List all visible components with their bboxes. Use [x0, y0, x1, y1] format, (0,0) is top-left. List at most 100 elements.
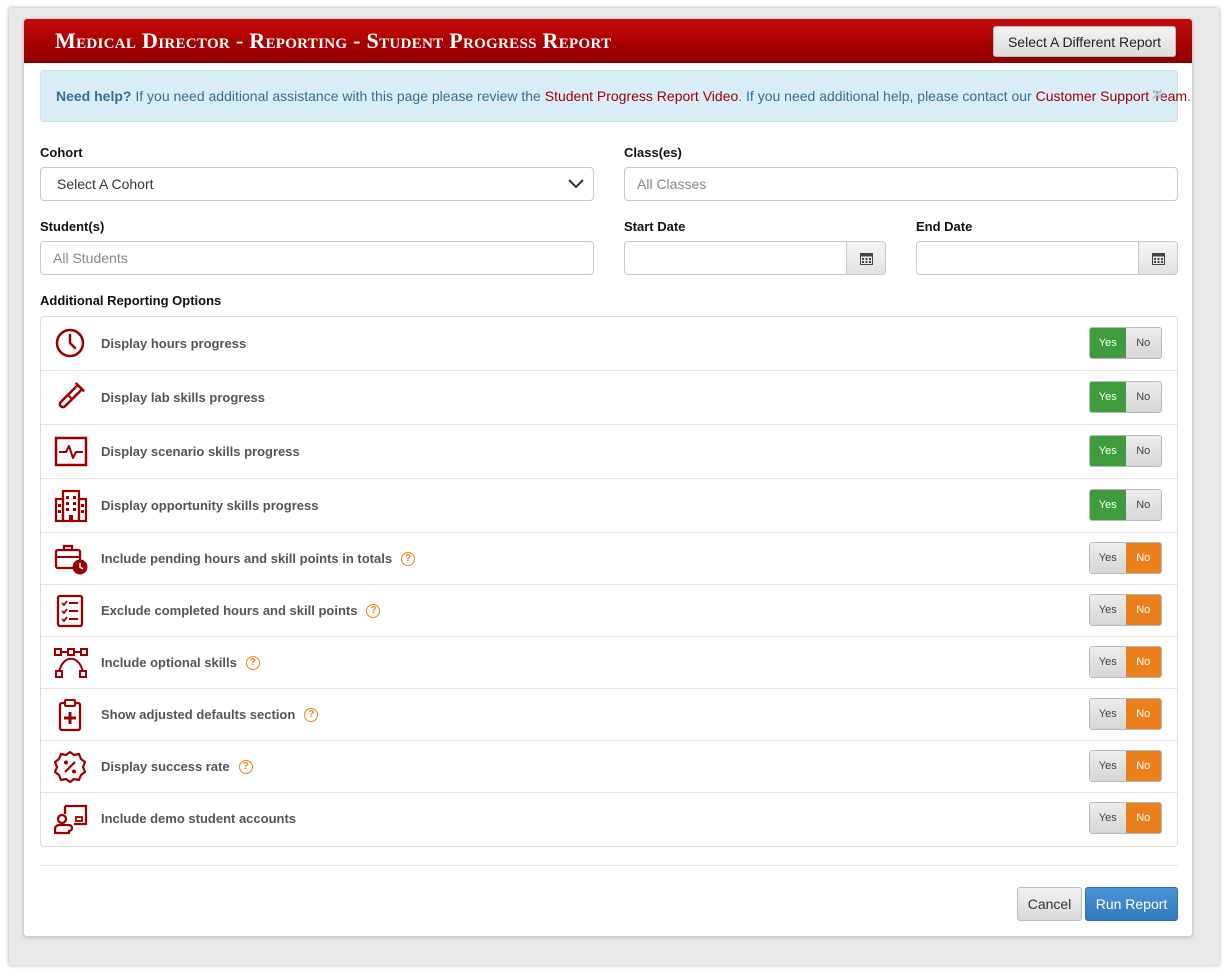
toggle-no-button[interactable]: No [1125, 436, 1161, 466]
toggle-yes-button[interactable]: Yes [1090, 699, 1126, 729]
option-row: Show adjusted defaults section? Yes No [41, 689, 1177, 741]
students-placeholder: All Students [53, 250, 128, 266]
alert-text-2: . If you need additional help, please co… [738, 88, 1036, 104]
option-row: Display hours progress Yes No [41, 317, 1177, 371]
option-label-text: Show adjusted defaults section [101, 707, 296, 722]
toggle-yes-button[interactable]: Yes [1090, 595, 1126, 625]
option-label-text: Include pending hours and skill points i… [101, 551, 393, 566]
end-date-input[interactable] [916, 241, 1138, 275]
classes-placeholder: All Classes [637, 176, 707, 192]
end-date-label: End Date [916, 219, 973, 234]
cohort-select[interactable]: Select A Cohort [40, 167, 594, 201]
options-heading: Additional Reporting Options [40, 293, 222, 308]
option-row: Display scenario skills progress Yes No [41, 425, 1177, 479]
option-toggle: Yes No [1089, 802, 1162, 834]
option-label-text: Include optional skills [101, 655, 237, 670]
chevron-down-icon [568, 179, 584, 189]
clipboard-plus-icon [58, 699, 82, 732]
option-label: Exclude completed hours and skill points… [101, 603, 381, 618]
option-label: Show adjusted defaults section? [101, 707, 319, 722]
toggle-no-button[interactable]: No [1125, 751, 1161, 781]
option-label-text: Display success rate [101, 759, 230, 774]
option-label: Display scenario skills progress [101, 444, 300, 459]
option-label: Include optional skills? [101, 655, 260, 670]
option-toggle: Yes No [1089, 542, 1162, 574]
option-label: Include demo student accounts [101, 811, 297, 826]
close-icon[interactable]: × [1151, 84, 1163, 107]
classes-input[interactable]: All Classes [624, 167, 1178, 201]
toggle-no-button[interactable]: No [1125, 595, 1161, 625]
option-row: Include pending hours and skill points i… [41, 533, 1177, 585]
footer-divider [40, 865, 1178, 866]
progress-report-video-link[interactable]: Student Progress Report Video [545, 88, 739, 104]
students-label: Student(s) [40, 219, 105, 234]
option-label: Include pending hours and skill points i… [101, 551, 416, 566]
option-label: Display opportunity skills progress [101, 498, 319, 513]
options-list: Display hours progress Yes No Display la… [40, 316, 1178, 847]
toggle-yes-button[interactable]: Yes [1090, 543, 1126, 573]
option-label: Display success rate? [101, 759, 253, 774]
option-toggle: Yes No [1089, 750, 1162, 782]
option-row: Include demo student accounts Yes No [41, 793, 1177, 846]
hospital-building-icon [54, 489, 88, 523]
help-icon[interactable]: ? [245, 655, 260, 670]
percent-badge-icon [54, 750, 87, 784]
toggle-no-button[interactable]: No [1125, 803, 1161, 833]
heart-monitor-icon [54, 436, 88, 467]
alert-lead: Need help? [56, 88, 132, 104]
option-toggle: Yes No [1089, 646, 1162, 678]
classes-label: Class(es) [624, 145, 682, 160]
select-different-report-button[interactable]: Select A Different Report [993, 26, 1176, 57]
toggle-no-button[interactable]: No [1125, 647, 1161, 677]
option-toggle: Yes No [1089, 698, 1162, 730]
start-date-label: Start Date [624, 219, 686, 234]
students-input[interactable]: All Students [40, 241, 594, 275]
toggle-yes-button[interactable]: Yes [1090, 382, 1126, 412]
option-label: Display lab skills progress [101, 390, 266, 405]
page-title: Medical Director - Reporting - Student P… [55, 28, 612, 53]
end-date-group [916, 241, 1178, 275]
alert-text-3: . [1187, 88, 1191, 104]
calendar-icon [859, 252, 873, 265]
start-date-input[interactable] [624, 241, 846, 275]
help-icon[interactable]: ? [401, 551, 416, 566]
end-date-calendar-button[interactable] [1138, 241, 1178, 275]
run-report-button[interactable]: Run Report [1085, 887, 1178, 921]
toggle-yes-button[interactable]: Yes [1090, 751, 1126, 781]
option-row: Display lab skills progress Yes No [41, 371, 1177, 425]
option-label: Display hours progress [101, 336, 247, 351]
toggle-no-button[interactable]: No [1125, 543, 1161, 573]
briefcase-clock-icon [54, 544, 88, 575]
cohort-value: Select A Cohort [57, 176, 154, 192]
toggle-no-button[interactable]: No [1125, 490, 1161, 520]
option-row: Include optional skills? Yes No [41, 637, 1177, 689]
test-tube-icon [58, 382, 85, 409]
toggle-yes-button[interactable]: Yes [1090, 803, 1126, 833]
bezier-path-icon [54, 648, 88, 678]
calendar-icon [1151, 252, 1165, 265]
option-toggle: Yes No [1089, 381, 1162, 413]
option-toggle: Yes No [1089, 435, 1162, 467]
help-icon[interactable]: ? [238, 759, 253, 774]
toggle-no-button[interactable]: No [1125, 699, 1161, 729]
toggle-yes-button[interactable]: Yes [1090, 436, 1126, 466]
clock-icon [55, 328, 85, 358]
panel-header: Medical Director - Reporting - Student P… [24, 19, 1192, 63]
customer-support-link[interactable]: Customer Support Team [1036, 88, 1187, 104]
start-date-group [624, 241, 886, 275]
alert-text-1: If you need additional assistance with t… [131, 88, 545, 104]
checklist-icon [56, 594, 84, 628]
cohort-label: Cohort [40, 145, 83, 160]
option-toggle: Yes No [1089, 594, 1162, 626]
help-icon[interactable]: ? [304, 707, 319, 722]
start-date-calendar-button[interactable] [846, 241, 886, 275]
toggle-yes-button[interactable]: Yes [1090, 328, 1126, 358]
toggle-no-button[interactable]: No [1125, 382, 1161, 412]
cancel-button[interactable]: Cancel [1017, 887, 1082, 921]
toggle-yes-button[interactable]: Yes [1090, 647, 1126, 677]
option-label-text: Exclude completed hours and skill points [101, 603, 358, 618]
toggle-yes-button[interactable]: Yes [1090, 490, 1126, 520]
help-icon[interactable]: ? [366, 603, 381, 618]
option-toggle: Yes No [1089, 327, 1162, 359]
toggle-no-button[interactable]: No [1125, 328, 1161, 358]
